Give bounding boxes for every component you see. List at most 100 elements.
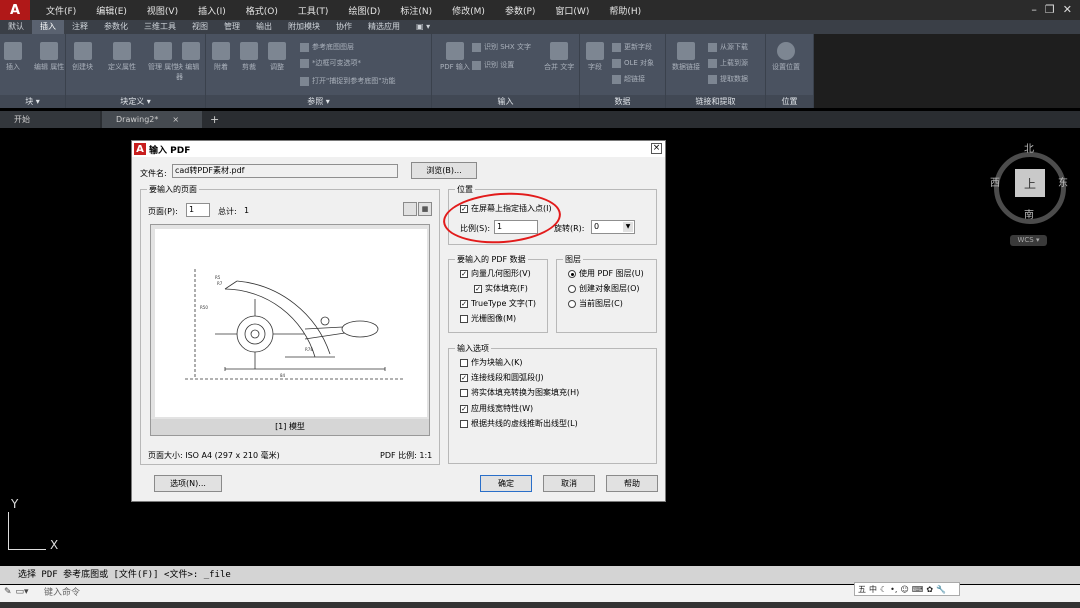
dialog-title-bar[interactable]: A 输入 PDF	[132, 141, 665, 157]
attach-tool[interactable]: 附着	[212, 42, 230, 72]
help-button[interactable]: 帮助	[606, 475, 658, 492]
truetype-text-checkbox[interactable]: ✓ TrueType 文字(T)	[460, 298, 536, 309]
ime-toolbar[interactable]: 五 中 ☾ •, ☺ ⌨ ✿ 🔧	[854, 582, 960, 596]
combine-text-tool[interactable]: 合并 文字	[544, 42, 574, 72]
cancel-button[interactable]: 取消	[543, 475, 595, 492]
insert-block-tool[interactable]: 插入	[4, 42, 22, 72]
import-as-block-box[interactable]	[460, 358, 468, 367]
panel-title-block[interactable]: 块 ▾	[0, 95, 65, 108]
data-link-tool[interactable]: 数据链接	[672, 42, 700, 72]
options-button[interactable]: 选项(N)...	[154, 475, 222, 492]
current-layer-radio[interactable]: 当前图层(C)	[568, 298, 623, 309]
infer-linetypes-checkbox[interactable]: 根据共线的虚线推断出线型(L)	[460, 418, 578, 429]
minimize-icon[interactable]: –	[1031, 3, 1037, 16]
tab-annotate[interactable]: 注释	[64, 20, 96, 34]
ime-label[interactable]: 五	[858, 584, 866, 595]
block-editor-tool[interactable]: 块 编辑器	[176, 42, 205, 82]
menu-insert[interactable]: 插入(I)	[188, 4, 236, 17]
grid-view-icon[interactable]: ▦	[418, 202, 432, 216]
upload-to-source-tool[interactable]: 上载到源	[708, 58, 748, 68]
restore-icon[interactable]: ❐	[1045, 3, 1055, 16]
convert-fills-checkbox[interactable]: 将实体填充转换为图案填充(H)	[460, 387, 579, 398]
smiley-icon[interactable]: ☺	[900, 585, 908, 594]
use-pdf-layers-radio[interactable]: 使用 PDF 图层(U)	[568, 268, 644, 279]
recognize-shx-tool[interactable]: 识别 SHX 文字	[472, 42, 531, 52]
use-pdf-layers-dot[interactable]	[568, 269, 576, 278]
ok-button[interactable]: 确定	[480, 475, 532, 492]
raster-images-box[interactable]	[460, 314, 468, 323]
wrench-icon[interactable]: 🔧	[936, 585, 946, 594]
compass-west[interactable]: 西	[990, 174, 1000, 189]
edit-attribute-tool[interactable]: 编辑 属性	[34, 42, 64, 72]
apply-lineweight-checkbox[interactable]: ✓ 应用线宽特性(W)	[460, 403, 533, 414]
menu-tools[interactable]: 工具(T)	[288, 4, 339, 17]
join-segments-box[interactable]: ✓	[460, 373, 468, 382]
close-tab-icon[interactable]: ×	[172, 115, 179, 124]
menu-dimension[interactable]: 标注(N)	[390, 4, 442, 17]
menu-draw[interactable]: 绘图(D)	[338, 4, 390, 17]
manage-attribute-tool[interactable]: 管理 属性	[148, 42, 178, 72]
tab-addins[interactable]: 附加模块	[280, 20, 328, 34]
skin-icon[interactable]: ✿	[926, 585, 933, 594]
page-input[interactable]: 1	[186, 203, 210, 217]
viewcube[interactable]: 北 西 东 南 上	[990, 140, 1070, 224]
tab-parametric[interactable]: 参数化	[96, 20, 136, 34]
browse-button[interactable]: 浏览(B)...	[411, 162, 477, 179]
pdf-import-tool[interactable]: PDF 输入	[440, 42, 470, 72]
punctuation-icon[interactable]: •,	[890, 585, 897, 594]
panel-title-reference[interactable]: 参照 ▾	[206, 95, 431, 108]
current-layer-dot[interactable]	[568, 299, 576, 308]
menu-help[interactable]: 帮助(H)	[599, 4, 651, 17]
raster-images-checkbox[interactable]: 光栅图像(M)	[460, 313, 516, 324]
underlay-layers-tool[interactable]: 参考底图图层	[300, 42, 354, 52]
autocad-logo-icon[interactable]: A	[0, 0, 30, 20]
infer-linetypes-box[interactable]	[460, 419, 468, 428]
command-prompt-icon[interactable]: ▭▾	[16, 587, 29, 597]
hyperlink-tool[interactable]: 超链接	[612, 74, 645, 84]
import-as-block-checkbox[interactable]: 作为块输入(K)	[460, 357, 523, 368]
ribbon-toggle-icon[interactable]: ▣ ▾	[408, 20, 438, 34]
menu-format[interactable]: 格式(O)	[236, 4, 288, 17]
vector-geometry-box[interactable]: ✓	[460, 269, 468, 278]
apply-lineweight-box[interactable]: ✓	[460, 404, 468, 413]
viewcube-top-face[interactable]: 上	[1015, 169, 1045, 197]
menu-window[interactable]: 窗口(W)	[545, 4, 599, 17]
tab-collaborate[interactable]: 协作	[328, 20, 360, 34]
clip-tool[interactable]: 剪裁	[240, 42, 258, 72]
field-tool[interactable]: 字段	[586, 42, 604, 72]
extract-data-tool[interactable]: 提取数据	[708, 74, 748, 84]
ole-object-tool[interactable]: OLE 对象	[612, 58, 654, 68]
chevron-down-icon[interactable]: ▼	[623, 222, 633, 232]
menu-view[interactable]: 视图(V)	[137, 4, 188, 17]
snap-to-underlay-tool[interactable]: 打开"捕捉到参考底图"功能	[300, 76, 395, 86]
moon-icon[interactable]: ☾	[880, 585, 887, 594]
create-object-layers-radio[interactable]: 创建对象图层(O)	[568, 283, 640, 294]
compass-north[interactable]: 北	[1024, 140, 1034, 155]
tab-start[interactable]: 开始	[0, 111, 100, 128]
download-from-source-tool[interactable]: 从源下载	[708, 42, 748, 52]
truetype-text-box[interactable]: ✓	[460, 299, 468, 308]
new-tab-button[interactable]: +	[204, 111, 225, 128]
menu-modify[interactable]: 修改(M)	[442, 4, 495, 17]
close-icon[interactable]: ✕	[1063, 3, 1072, 16]
ime-mode[interactable]: 中	[869, 584, 877, 595]
adjust-tool[interactable]: 调整	[268, 42, 286, 72]
keyboard-icon[interactable]: ⌨	[912, 585, 924, 594]
file-name-field[interactable]: cad转PDF素材.pdf	[172, 164, 398, 178]
tab-drawing2[interactable]: Drawing2* ×	[102, 111, 202, 128]
join-segments-checkbox[interactable]: ✓ 连接线段和圆弧段(J)	[460, 372, 544, 383]
tab-output[interactable]: 输出	[248, 20, 280, 34]
single-page-view-icon[interactable]	[403, 202, 417, 216]
tab-featured-apps[interactable]: 精选应用	[360, 20, 408, 34]
menu-edit[interactable]: 编辑(E)	[86, 4, 137, 17]
dialog-close-icon[interactable]: ×	[651, 143, 662, 154]
define-attribute-tool[interactable]: 定义属性	[108, 42, 136, 72]
wcs-menu[interactable]: WCS ▾	[1010, 235, 1047, 246]
tab-manage[interactable]: 管理	[216, 20, 248, 34]
frame-options-select[interactable]: *边框可变选项*	[300, 58, 361, 68]
tab-view[interactable]: 视图	[184, 20, 216, 34]
tab-3d-tools[interactable]: 三维工具	[136, 20, 184, 34]
rotation-select[interactable]: 0 ▼	[591, 220, 635, 234]
customize-icon[interactable]: ✎	[4, 587, 12, 597]
menu-file[interactable]: 文件(F)	[36, 4, 86, 17]
